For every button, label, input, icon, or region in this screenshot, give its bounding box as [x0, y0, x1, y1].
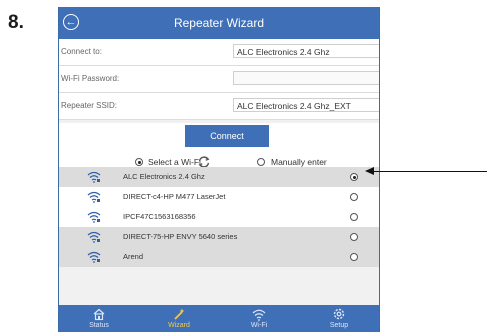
network-row[interactable]: DIRECT-c4-HP M477 LaserJet [59, 187, 379, 207]
network-row[interactable]: Arend [59, 247, 379, 267]
empty-area [59, 267, 379, 305]
repeater-ssid-field[interactable]: ALC Electronics 2.4 Ghz_EXT [233, 98, 379, 112]
network-radio[interactable] [350, 173, 358, 181]
gear-icon [333, 308, 345, 320]
tab-setup-label: Setup [329, 322, 349, 329]
connect-to-field[interactable]: ALC Electronics 2.4 Ghz [233, 44, 379, 58]
tab-status[interactable]: Status [59, 305, 139, 332]
wifi-password-row: Wi-Fi Password: [59, 66, 379, 93]
title-bar: Repeater Wizard ← [59, 7, 379, 39]
network-row[interactable]: IPCF47C1563168356 [59, 207, 379, 227]
page-title: Repeater Wizard [173, 16, 265, 30]
tab-status-label: Status [89, 322, 109, 329]
app-window: Repeater Wizard ← Connect to: ALC Electr… [58, 7, 380, 332]
wifi-password-field[interactable] [233, 71, 379, 85]
wifi-signal-icon [87, 211, 101, 223]
repeater-ssid-label: Repeater SSID: [61, 101, 118, 110]
connect-to-label: Connect to: [61, 47, 102, 56]
network-row[interactable]: ALC Electronics 2.4 Ghz [59, 167, 379, 187]
network-ssid: ALC Electronics 2.4 Ghz [123, 172, 205, 181]
step-number: 8. [8, 12, 24, 33]
wifi-signal-icon [87, 231, 101, 243]
network-radio[interactable] [350, 233, 358, 241]
tab-wifi-label: Wi-Fi [250, 322, 268, 329]
network-row[interactable]: DIRECT-75-HP ENVY 5640 series [59, 227, 379, 247]
network-radio[interactable] [350, 193, 358, 201]
network-radio[interactable] [350, 253, 358, 261]
callout-arrow-line [373, 171, 487, 172]
callout-arrowhead-icon [365, 167, 374, 175]
wifi-icon [252, 309, 266, 321]
manual-enter-radio[interactable] [257, 158, 265, 166]
network-ssid: Arend [123, 252, 144, 261]
wifi-password-label: Wi-Fi Password: [61, 74, 120, 83]
tab-wizard-label: Wizard [168, 322, 190, 329]
back-icon[interactable]: ← [63, 14, 79, 30]
tab-wifi[interactable]: Wi-Fi [219, 305, 299, 332]
tab-setup[interactable]: Setup [299, 305, 379, 332]
home-icon [93, 308, 105, 321]
bottom-tab-bar: Status Wizard Wi-Fi Setup [59, 305, 379, 332]
select-wifi-radio[interactable] [135, 158, 143, 166]
network-ssid: IPCF47C1563168356 [123, 212, 196, 221]
wifi-signal-icon [87, 171, 101, 183]
wifi-signal-icon [87, 191, 101, 203]
network-ssid: DIRECT-75-HP ENVY 5640 series [123, 232, 238, 241]
wifi-network-list: ALC Electronics 2.4 Ghz DIRECT-c4-HP M47… [59, 167, 379, 267]
connect-to-row: Connect to: ALC Electronics 2.4 Ghz [59, 39, 379, 66]
network-radio[interactable] [350, 213, 358, 221]
magic-wand-icon [174, 308, 185, 320]
repeater-form: Connect to: ALC Electronics 2.4 Ghz Wi-F… [59, 39, 379, 120]
wifi-signal-icon [87, 251, 101, 263]
network-ssid: DIRECT-c4-HP M477 LaserJet [123, 192, 226, 201]
connect-button[interactable]: Connect [185, 125, 269, 147]
repeater-ssid-row: Repeater SSID: ALC Electronics 2.4 Ghz_E… [59, 93, 379, 120]
tab-wizard[interactable]: Wizard [139, 305, 219, 332]
